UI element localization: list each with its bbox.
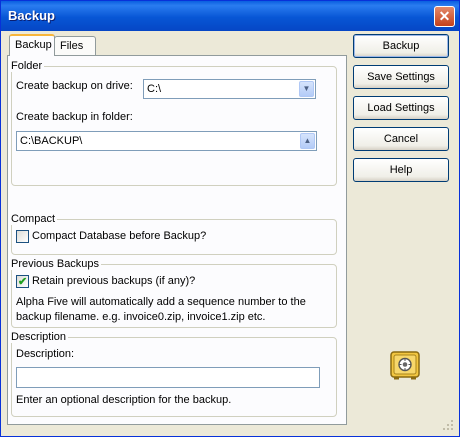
tab-files-label: Files xyxy=(60,40,84,52)
sequence-note-line2: backup filename. e.g. invoice0.zip, invo… xyxy=(16,311,266,323)
compact-checkbox-label[interactable]: Compact Database before Backup? xyxy=(32,230,206,242)
load-settings-button[interactable]: Load Settings xyxy=(353,96,449,120)
tab-backup-label: Backup xyxy=(15,39,52,51)
description-group-title: Description xyxy=(11,331,69,343)
safe-icon xyxy=(390,351,420,380)
drive-value: C:\ xyxy=(147,83,162,95)
window-title: Backup xyxy=(8,8,55,23)
resize-grip-icon[interactable] xyxy=(442,419,454,431)
description-hint: Enter an optional description for the ba… xyxy=(16,394,232,406)
retain-checkbox[interactable]: ✔ xyxy=(16,275,29,288)
drive-select[interactable]: C:\ ▼ xyxy=(143,79,316,99)
tab-files[interactable]: Files xyxy=(54,36,96,55)
cancel-button[interactable]: Cancel xyxy=(353,127,449,151)
drive-label: Create backup on drive: xyxy=(16,80,133,92)
close-icon[interactable]: ✕ xyxy=(434,6,455,27)
chevron-up-icon[interactable]: ▲ xyxy=(300,133,315,149)
folder-group: Folder Create backup on drive: C:\ ▼ Cre… xyxy=(11,60,337,186)
previous-backups-group: Previous Backups ✔ Retain previous backu… xyxy=(11,258,337,328)
cancel-button-label: Cancel xyxy=(383,133,419,145)
folder-label: Create backup in folder: xyxy=(16,111,133,123)
folder-select[interactable]: C:\BACKUP\ ▲ xyxy=(16,131,317,151)
retain-checkbox-label[interactable]: Retain previous backups (if any)? xyxy=(32,275,195,287)
title-bar[interactable]: Backup ✕ xyxy=(1,1,459,31)
checkmark-icon: ✔ xyxy=(18,276,28,288)
tab-backup[interactable]: Backup xyxy=(9,34,55,56)
sequence-note-line1: Alpha Five will automatically add a sequ… xyxy=(16,296,306,308)
description-group: Description Description: Enter an option… xyxy=(11,331,337,417)
chevron-down-icon[interactable]: ▼ xyxy=(299,81,314,97)
backup-button-label: Backup xyxy=(382,40,420,52)
backup-tab-panel: Folder Create backup on drive: C:\ ▼ Cre… xyxy=(7,55,347,425)
load-settings-label: Load Settings xyxy=(367,102,435,114)
compact-checkbox[interactable] xyxy=(16,230,29,243)
save-settings-label: Save Settings xyxy=(367,71,435,83)
description-field-label: Description: xyxy=(16,348,75,360)
compact-group-title: Compact xyxy=(11,213,58,225)
help-button[interactable]: Help xyxy=(353,158,449,182)
folder-group-title: Folder xyxy=(11,60,45,72)
dialog-body: Backup Files Folder Create backup on dri… xyxy=(4,31,456,433)
backup-button[interactable]: Backup xyxy=(353,34,449,58)
previous-group-title: Previous Backups xyxy=(11,258,102,270)
backup-dialog: Backup ✕ Backup Files Folder Create back… xyxy=(0,0,460,437)
folder-value: C:\BACKUP\ xyxy=(20,135,83,147)
description-input[interactable] xyxy=(16,367,320,388)
help-button-label: Help xyxy=(389,164,413,176)
save-settings-button[interactable]: Save Settings xyxy=(353,65,449,89)
compact-group: Compact Compact Database before Backup? xyxy=(11,213,337,255)
